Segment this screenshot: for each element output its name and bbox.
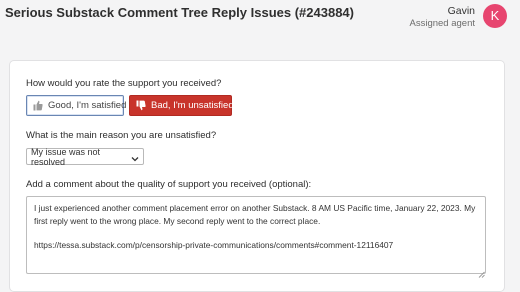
ticket-header: Serious Substack Comment Tree Reply Issu… bbox=[0, 0, 520, 40]
comment-text-link: https://tessa.substack.com/p/censorship-… bbox=[34, 240, 394, 250]
thumbs-down-icon bbox=[136, 100, 146, 111]
satisfied-button-label: Good, I'm satisfied bbox=[48, 100, 127, 111]
satisfied-button[interactable]: Good, I'm satisfied bbox=[26, 95, 127, 116]
ticket-title: Serious Substack Comment Tree Reply Issu… bbox=[5, 5, 354, 20]
rating-question: How would you rate the support you recei… bbox=[26, 78, 222, 89]
assigned-agent-info: Gavin Assigned agent bbox=[410, 5, 476, 30]
comment-question: Add a comment about the quality of suppo… bbox=[26, 179, 312, 190]
reason-select[interactable]: My issue was not resolved bbox=[26, 146, 144, 167]
agent-name: Gavin bbox=[447, 5, 475, 17]
unsatisfied-button-label: Bad, I'm unsatisfied bbox=[151, 100, 234, 111]
satisfaction-survey-card: How would you rate the support you recei… bbox=[9, 60, 505, 292]
unsatisfied-button[interactable]: Bad, I'm unsatisfied bbox=[129, 95, 234, 116]
reason-question: What is the main reason you are unsatisf… bbox=[26, 130, 217, 141]
comment-text-line: I just experienced another comment place… bbox=[34, 203, 476, 226]
chevron-down-icon bbox=[131, 154, 139, 161]
comment-textarea[interactable]: I just experienced another comment place… bbox=[26, 196, 486, 274]
agent-role: Assigned agent bbox=[409, 18, 476, 29]
thumbs-up-icon bbox=[33, 100, 43, 111]
reason-selected-value: My issue was not resolved bbox=[31, 146, 101, 167]
agent-avatar: K bbox=[483, 4, 507, 28]
